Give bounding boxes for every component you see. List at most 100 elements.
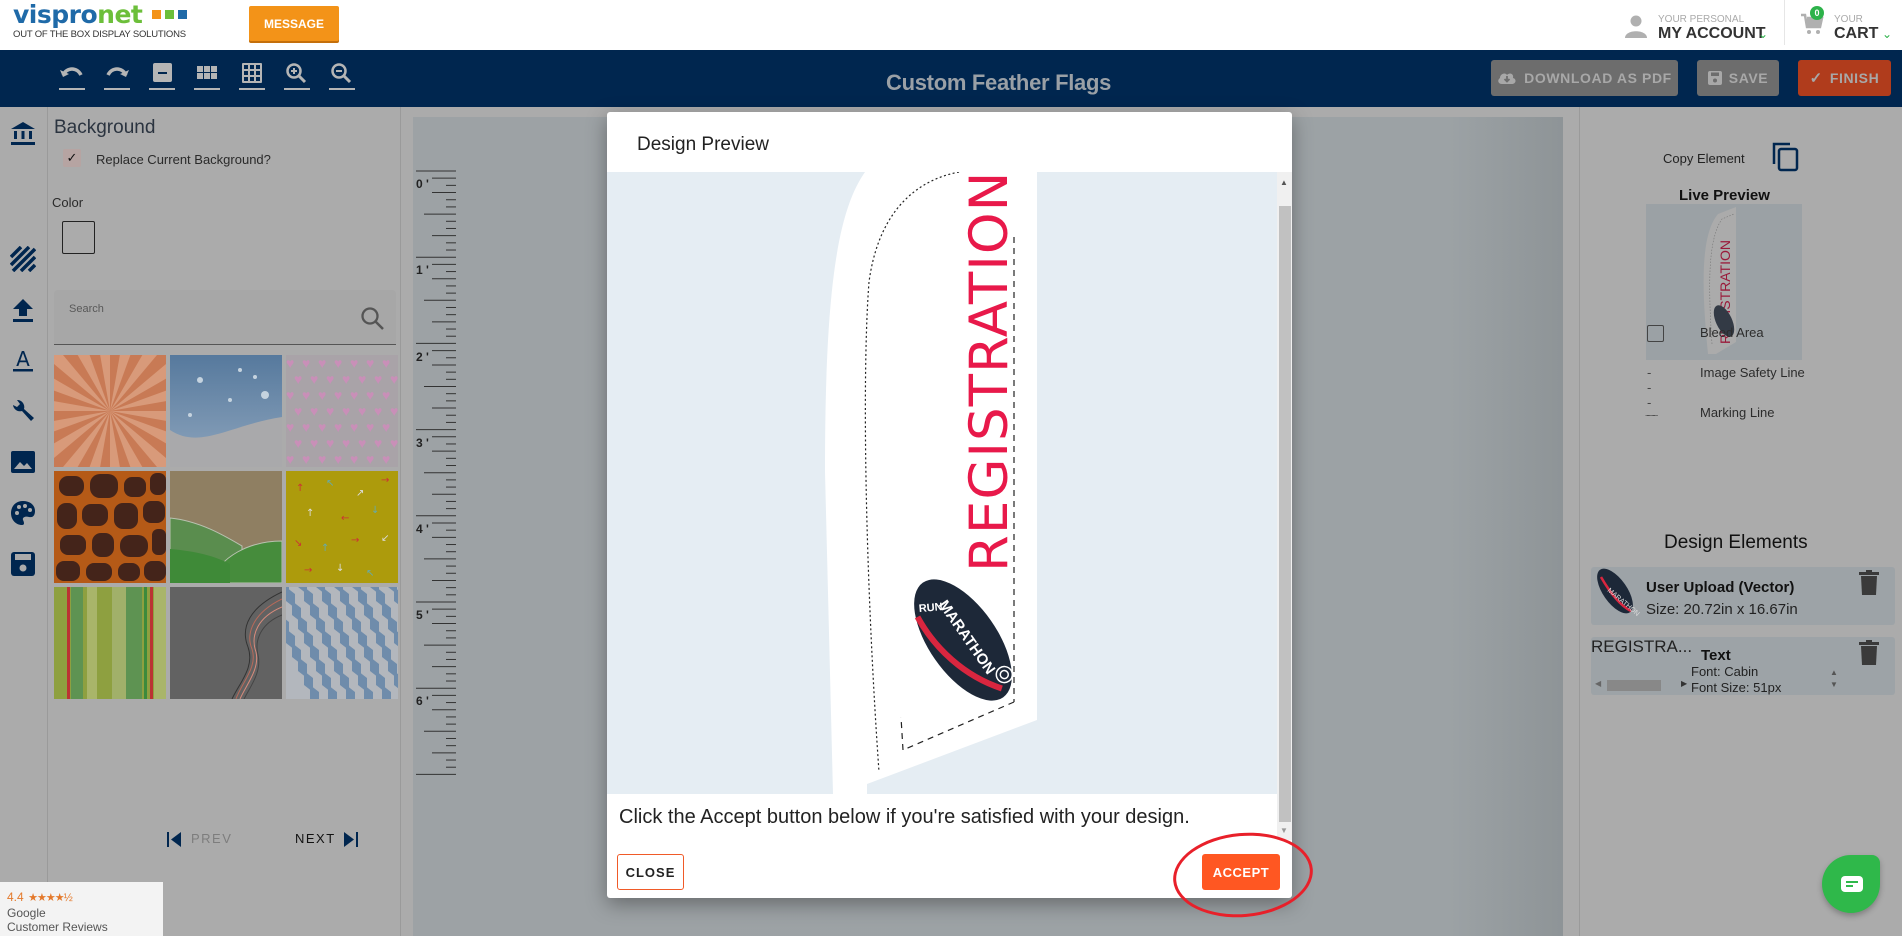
google-reviews-badge[interactable]: 4.4 ★★★★½ Google Customer Reviews (0, 882, 163, 936)
scroll-down-arrow-icon[interactable]: ▼ (1280, 826, 1288, 835)
templates-icon[interactable] (10, 121, 36, 147)
message-button[interactable]: MESSAGE (249, 6, 339, 41)
grid-6-icon[interactable] (194, 62, 220, 90)
svg-text:♥: ♥ (286, 355, 294, 371)
zoom-out-icon[interactable] (329, 62, 355, 90)
vispronet-logo[interactable]: vispronet OUT OF THE BOX DISPLAY SOLUTIO… (13, 2, 203, 46)
element-type: Text (1701, 647, 1731, 664)
first-page-icon[interactable] (167, 832, 182, 847)
logo-tagline: OUT OF THE BOX DISPLAY SOLUTIONS (13, 29, 186, 40)
upload-icon[interactable] (10, 297, 36, 323)
svg-text:↑: ↑ (296, 483, 304, 494)
background-tile-stripes[interactable] (54, 587, 166, 699)
flag-preview: REGISTRATION RUN MARATHON (607, 172, 1277, 794)
details-scrollbar[interactable]: ▲ ▼ (1827, 667, 1841, 695)
background-tile-hearts[interactable]: ♥ ♥ ♥ ♥ ♥ ♥ ♥ ♥ ♥ ♥ ♥ ♥ ♥ ♥ ♥ ♥ ♥ ♥ ♥ ♥ ♥ ♥ ♥ ♥ ♥ ♥ ♥ ♥ ♥ ♥ ♥ ♥ ♥ ♥ ♥ ♥ ♥ ♥ ♥ ♥… (286, 355, 398, 467)
element-size: Size: 20.72in x 16.67in (1646, 601, 1798, 618)
color-swatch[interactable] (62, 221, 95, 254)
ruler-label: 3 ' (416, 436, 429, 450)
download-pdf-button[interactable]: DOWNLOAD AS PDF (1491, 60, 1678, 96)
scroll-up-arrow-icon[interactable]: ▲ (1280, 178, 1288, 187)
search-input[interactable] (54, 290, 344, 345)
svg-text:♥: ♥ (382, 419, 390, 435)
svg-text:♥: ♥ (318, 387, 326, 403)
design-element-text[interactable]: REGISTRA... ◀ ▶ Text Font: Cabin Font Si… (1591, 637, 1895, 695)
replace-background-checkbox[interactable]: ✓ (63, 149, 81, 167)
pattern-icon[interactable] (9, 245, 37, 273)
background-tile-arrows[interactable]: ↑ ↖ ↗ → ↑ ← ↓ ↘ ↑ → ↙ → ↓ ↖ (286, 471, 398, 583)
svg-text:♥: ♥ (366, 451, 374, 467)
save-button[interactable]: SAVE (1697, 60, 1779, 96)
dialog-scrollbar[interactable]: ▲ ▼ (1277, 172, 1292, 840)
design-element-upload[interactable]: MARATHON User Upload (Vector) Size: 20.7… (1591, 567, 1895, 625)
logo-wordmark: vispronet (13, 2, 203, 28)
image-safety-label: Image Safety Line (1700, 365, 1805, 380)
svg-text:↑: ↑ (306, 508, 314, 519)
cloud-download-icon (1498, 73, 1516, 84)
svg-text:♥: ♥ (366, 355, 374, 371)
svg-text:♥: ♥ (310, 403, 318, 419)
svg-text:A: A (16, 347, 30, 371)
prev-button[interactable]: PREV (191, 831, 232, 846)
palette-icon[interactable] (10, 500, 36, 526)
text-preview-scrollbar[interactable]: ◀ ▶ (1591, 677, 1691, 693)
search-icon[interactable] (360, 306, 386, 332)
svg-text:↓: ↓ (371, 505, 379, 516)
logo-square-orange (152, 10, 162, 19)
background-tiles: ♥ ♥ ♥ ♥ ♥ ♥ ♥ ♥ ♥ ♥ ♥ ♥ ♥ ♥ ♥ ♥ ♥ ♥ ♥ ♥ ♥ ♥ ♥ ♥ ♥ ♥ ♥ ♥ ♥ ♥ ♥ ♥ ♥ ♥ ♥ ♥ ♥ ♥ ♥ ♥… (54, 355, 398, 699)
zoom-in-icon[interactable] (284, 62, 310, 90)
dialog-title: Design Preview (637, 134, 769, 155)
chevron-down-icon: ⌄ (1758, 27, 1769, 41)
svg-text:♥: ♥ (334, 387, 342, 403)
svg-text:♥: ♥ (366, 419, 374, 435)
svg-text:♥: ♥ (358, 371, 366, 387)
last-page-icon[interactable] (343, 832, 358, 847)
logo-square-green (165, 10, 175, 19)
cart-label: CART (1834, 25, 1879, 42)
svg-text:♥: ♥ (286, 451, 294, 467)
copy-icon[interactable] (1772, 142, 1800, 172)
undo-icon[interactable] (59, 62, 85, 90)
svg-text:♥: ♥ (334, 355, 342, 371)
accept-button[interactable]: ACCEPT (1202, 854, 1280, 890)
background-tile-sunburst[interactable] (54, 355, 166, 467)
trash-icon[interactable] (1859, 570, 1879, 595)
scrollbar-thumb[interactable] (1279, 206, 1291, 822)
finish-label: FINISH (1829, 70, 1880, 86)
cart-caption: YOUR (1834, 14, 1863, 25)
svg-text:→: → (304, 565, 312, 576)
ruler-label: 2 ' (416, 350, 429, 364)
bleed-area-checkbox[interactable] (1647, 325, 1664, 342)
svg-text:♥: ♥ (342, 435, 350, 451)
save-label: SAVE (1728, 70, 1769, 86)
flag-text: REGISTRATION (959, 172, 1020, 572)
background-tile-snow[interactable] (170, 355, 282, 467)
svg-text:♥: ♥ (310, 371, 318, 387)
save-icon[interactable] (10, 551, 36, 577)
background-tile-waves[interactable] (170, 587, 282, 699)
tools-icon[interactable] (10, 398, 36, 424)
background-tile-giraffe[interactable] (54, 471, 166, 583)
trash-icon[interactable] (1859, 640, 1879, 665)
single-panel-icon[interactable] (149, 62, 175, 90)
panel-title: Background (54, 117, 156, 138)
background-panel: Background ✓ Replace Current Background?… (49, 107, 401, 936)
svg-text:♥: ♥ (374, 403, 382, 419)
close-button[interactable]: CLOSE (617, 854, 684, 890)
chat-button[interactable] (1822, 855, 1880, 913)
image-icon[interactable] (10, 449, 36, 475)
svg-text:♥: ♥ (358, 403, 366, 419)
site-header: vispronet OUT OF THE BOX DISPLAY SOLUTIO… (0, 0, 1902, 50)
grid-9-icon[interactable] (239, 62, 265, 90)
text-icon[interactable]: A (10, 347, 36, 373)
svg-text:♥: ♥ (342, 403, 350, 419)
svg-text:♥: ♥ (366, 387, 374, 403)
cart-menu[interactable]: 0 YOUR CART ⌄ (1800, 4, 1900, 44)
background-tile-diamonds[interactable] (286, 587, 398, 699)
background-tile-hills[interactable] (170, 471, 282, 583)
redo-icon[interactable] (104, 62, 130, 90)
finish-button[interactable]: ✓ FINISH (1798, 60, 1891, 96)
svg-text:♥: ♥ (302, 387, 310, 403)
chevron-down-icon: ⌄ (1882, 27, 1893, 41)
next-button[interactable]: NEXT (295, 831, 336, 846)
